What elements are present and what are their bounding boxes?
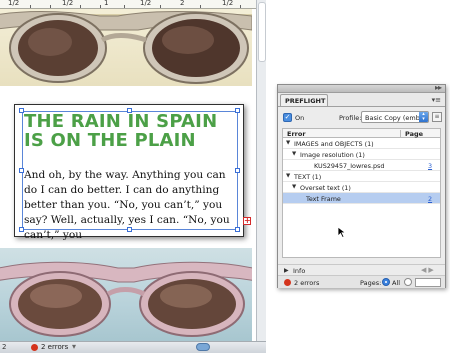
list-item[interactable]: KUS29457_lowres.psd 3 (283, 160, 440, 171)
all-label: All (392, 279, 401, 287)
list-item-label: TEXT (1) (294, 173, 322, 181)
ruler-label: 1/2 (222, 0, 234, 7)
info-label: Info (293, 267, 306, 275)
collapse-icon[interactable]: ▸▸ (435, 83, 442, 92)
info-section[interactable]: ▶ Info ◀▶ (278, 264, 445, 275)
profile-menu-icon[interactable]: ≡ (432, 112, 442, 122)
list-item-label: Text Frame (306, 195, 341, 203)
selection-handle[interactable] (19, 168, 24, 173)
ruler-label: 2 (180, 0, 185, 7)
on-checkbox[interactable]: ✓ (283, 113, 292, 122)
panel-titlebar[interactable]: ▸▸ (278, 83, 445, 93)
profile-select-value: Basic Copy (emb... (365, 114, 427, 122)
text-frame[interactable]: THE RAIN IN SPAIN IS ON THE PLAIN And oh… (14, 104, 251, 241)
preflight-error-icon[interactable] (31, 344, 38, 351)
select-arrows-icon: ▴ ▾ (419, 112, 428, 122)
page-number-field[interactable]: 2 (2, 343, 6, 351)
horizontal-scroll-thumb[interactable] (196, 343, 210, 351)
ruler-tick (240, 5, 241, 8)
sunglasses-image-bottom[interactable] (0, 248, 252, 342)
ruler-tick (200, 5, 201, 8)
page-link[interactable]: 2 (428, 195, 432, 203)
ruler-label: 1/2 (140, 0, 152, 7)
error-count-text: 2 errors (294, 279, 320, 287)
selection-handle[interactable] (19, 108, 24, 113)
list-item-label: IMAGES and OBJECTS (1) (294, 140, 374, 148)
error-list-header: Error Page (282, 128, 441, 138)
sunglasses-bottom-graphic (0, 261, 252, 337)
sunglasses-image-top[interactable] (0, 6, 252, 86)
status-bar: 2 2 errors ▾ (0, 341, 266, 353)
ruler-label: 1 (104, 0, 109, 7)
triangle-down-icon[interactable]: ▼ (286, 140, 290, 146)
column-page[interactable]: Page (400, 130, 423, 138)
profile-label: Profile: (339, 114, 362, 122)
selection-handle[interactable] (127, 227, 132, 232)
selection-handle[interactable] (19, 227, 24, 232)
error-list: ▼ IMAGES and OBJECTS (1) ▼ Image resolut… (282, 138, 441, 258)
headline-text[interactable]: THE RAIN IN SPAIN IS ON THE PLAIN (24, 112, 238, 150)
selection-handle[interactable] (235, 227, 240, 232)
column-error[interactable]: Error (287, 130, 306, 138)
selection-handle[interactable] (235, 108, 240, 113)
ruler-tick (100, 5, 101, 8)
ruler-tick (50, 5, 51, 8)
page-link[interactable]: 3 (428, 162, 432, 170)
triangle-right-icon[interactable]: ▶ (284, 267, 289, 274)
sunglasses-top-graphic (0, 11, 252, 84)
mouse-pointer-icon (337, 226, 347, 238)
page-range-input[interactable] (415, 278, 441, 287)
horizontal-ruler[interactable]: 1/2 1/2 1 1/2 2 1/2 (0, 0, 258, 9)
triangle-down-icon[interactable]: ▼ (292, 184, 296, 190)
preflight-panel: ▸▸ PREFLIGHT ▾≡ ✓ On Profile: Basic Copy… (277, 83, 446, 288)
panel-menu-icon[interactable]: ▾≡ (432, 96, 441, 104)
ruler-tick (80, 5, 81, 8)
selection-handle[interactable] (235, 168, 240, 173)
list-item[interactable]: ▼ TEXT (1) (283, 171, 440, 182)
list-item-label: Image resolution (1) (300, 151, 365, 159)
ruler-tick (30, 5, 31, 8)
panel-footer: 2 errors Pages: All (278, 275, 445, 288)
status-errors-text[interactable]: 2 errors (41, 343, 68, 351)
list-item[interactable]: ▼ Image resolution (1) (283, 149, 440, 160)
ruler-label: 1/2 (8, 0, 20, 7)
list-item[interactable]: ▼ Overset text (1) (283, 182, 440, 193)
vertical-scroll-thumb[interactable] (258, 2, 266, 62)
pages-range-radio[interactable] (404, 278, 412, 286)
ruler-label: 1/2 (62, 0, 74, 7)
list-item-selected[interactable]: Text Frame 2 (283, 193, 440, 204)
chevron-down-icon[interactable]: ▾ (72, 342, 76, 351)
preflight-panel-body: ✓ On Profile: Basic Copy (emb... ▴ ▾ ≡ Er… (278, 106, 445, 288)
list-item[interactable]: ▼ IMAGES and OBJECTS (1) (283, 138, 440, 149)
triangle-down-icon[interactable]: ▼ (292, 151, 296, 157)
on-label: On (295, 114, 305, 122)
selection-handle[interactable] (127, 108, 132, 113)
pages-all-radio[interactable] (382, 278, 390, 286)
triangle-down-icon[interactable]: ▼ (286, 173, 290, 179)
ruler-tick (124, 5, 125, 8)
pages-label: Pages: (360, 279, 382, 287)
vertical-scrollbar[interactable] (256, 0, 266, 341)
profile-select[interactable]: Basic Copy (emb... ▴ ▾ (361, 111, 429, 123)
error-status-icon (284, 279, 291, 286)
body-copy-text[interactable]: And oh, by the way. Anything you can do … (24, 168, 242, 243)
info-nav-arrows-icon[interactable]: ◀▶ (421, 266, 436, 274)
overset-text-icon[interactable]: + (243, 217, 251, 225)
ruler-tick (160, 5, 161, 8)
list-item-label: KUS29457_lowres.psd (314, 162, 385, 170)
list-item-label: Overset text (1) (300, 184, 351, 192)
tab-preflight[interactable]: PREFLIGHT (280, 94, 328, 106)
